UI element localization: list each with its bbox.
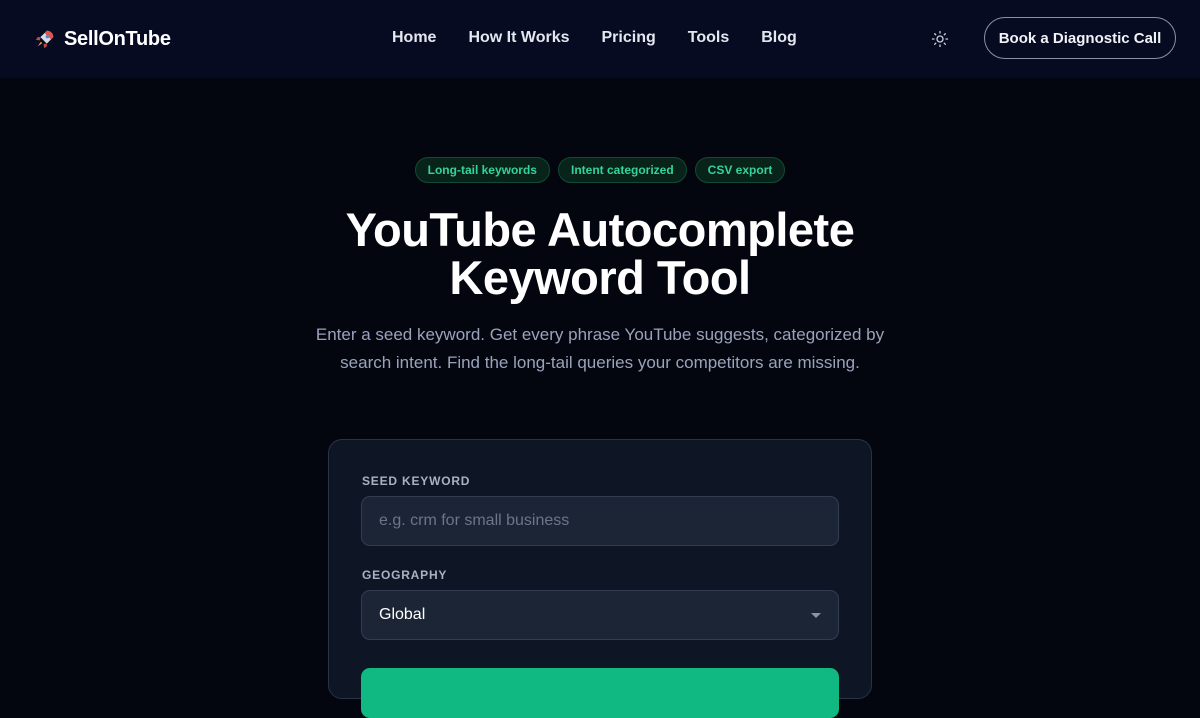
subtitle-line-1: Enter a seed keyword. Get every phrase Y… xyxy=(315,325,885,344)
keyword-tool-card: SEED KEYWORD GEOGRAPHY Global xyxy=(328,439,872,718)
chevron-down-icon xyxy=(811,612,821,618)
nav-link-home[interactable]: Home xyxy=(392,29,436,47)
feature-badges: Long-tail keywords Intent categorized CS… xyxy=(0,157,1200,183)
page-subtitle: Enter a seed keyword. Get every phrase Y… xyxy=(300,321,900,377)
subtitle-line-2: search intent. Find the long-tail querie… xyxy=(340,353,860,372)
seed-keyword-input[interactable] xyxy=(361,496,839,546)
main-nav: Home How It Works Pricing Tools Blog xyxy=(392,27,797,49)
geography-select[interactable]: Global xyxy=(361,590,839,640)
title-line-2: Keyword Tool xyxy=(449,251,751,304)
book-diagnostic-call-button[interactable]: Book a Diagnostic Call xyxy=(984,17,1176,59)
top-navbar: SellOnTube Home How It Works Pricing Too… xyxy=(0,0,1200,78)
seed-keyword-label: SEED KEYWORD xyxy=(362,474,471,488)
theme-toggle-button[interactable] xyxy=(928,27,952,51)
nav-link-pricing[interactable]: Pricing xyxy=(602,29,656,47)
brand-name: SellOnTube xyxy=(64,27,171,50)
nav-link-tools[interactable]: Tools xyxy=(688,29,729,47)
nav-link-blog[interactable]: Blog xyxy=(761,29,797,47)
badge-intent: Intent categorized xyxy=(557,157,687,183)
brand-logo[interactable]: SellOnTube xyxy=(34,25,171,53)
badge-long-tail: Long-tail keywords xyxy=(414,157,550,183)
submit-button[interactable] xyxy=(361,668,839,718)
page-title: YouTube Autocomplete Keyword Tool xyxy=(200,206,1000,302)
geography-selected-value: Global xyxy=(379,606,426,623)
badge-csv: CSV export xyxy=(694,157,786,183)
nav-link-how-it-works[interactable]: How It Works xyxy=(468,29,569,47)
title-line-1: YouTube Autocomplete xyxy=(345,203,855,256)
rocket-icon xyxy=(35,30,54,49)
sun-icon xyxy=(931,30,949,48)
geography-label: GEOGRAPHY xyxy=(362,568,448,582)
